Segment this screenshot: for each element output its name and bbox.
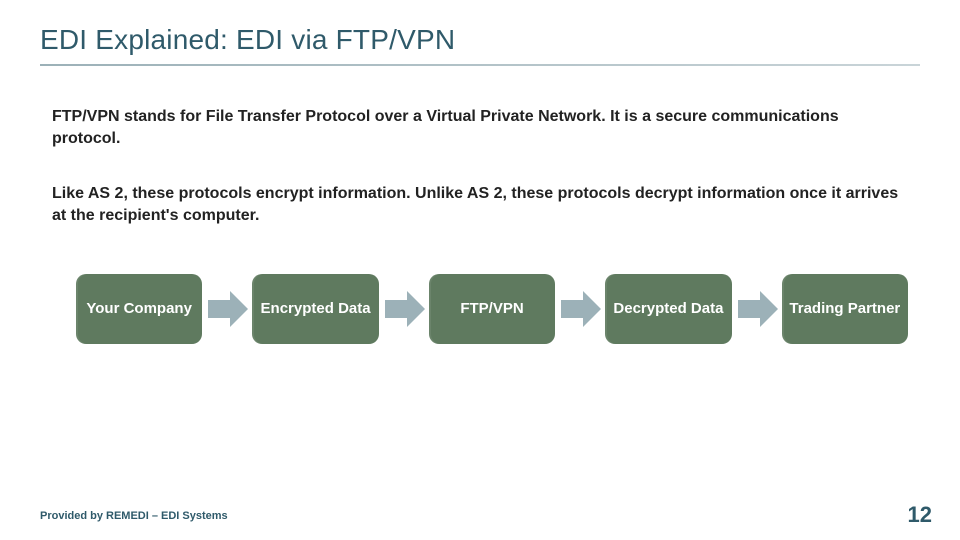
- arrow-icon: [385, 291, 423, 327]
- arrow-icon: [738, 291, 776, 327]
- arrow-icon: [561, 291, 599, 327]
- slide-title: EDI Explained: EDI via FTP/VPN: [40, 24, 920, 56]
- flow-node-ftp-vpn: FTP/VPN: [429, 274, 555, 344]
- page-number: 12: [908, 502, 932, 528]
- paragraph-2: Like AS 2, these protocols encrypt infor…: [52, 183, 908, 226]
- slide-body: FTP/VPN stands for File Transfer Protoco…: [40, 106, 920, 344]
- footer-text: Provided by REMEDI – EDI Systems: [40, 510, 228, 522]
- flow-node-encrypted-data: Encrypted Data: [252, 274, 378, 344]
- flow-node-your-company: Your Company: [76, 274, 202, 344]
- arrow-icon: [208, 291, 246, 327]
- flow-node-decrypted-data: Decrypted Data: [605, 274, 731, 344]
- title-underline: [40, 64, 920, 66]
- paragraph-1: FTP/VPN stands for File Transfer Protoco…: [52, 106, 908, 149]
- flow-diagram: Your Company Encrypted Data FTP/VPN Decr…: [52, 274, 908, 344]
- slide: EDI Explained: EDI via FTP/VPN FTP/VPN s…: [0, 0, 960, 540]
- flow-node-trading-partner: Trading Partner: [782, 274, 908, 344]
